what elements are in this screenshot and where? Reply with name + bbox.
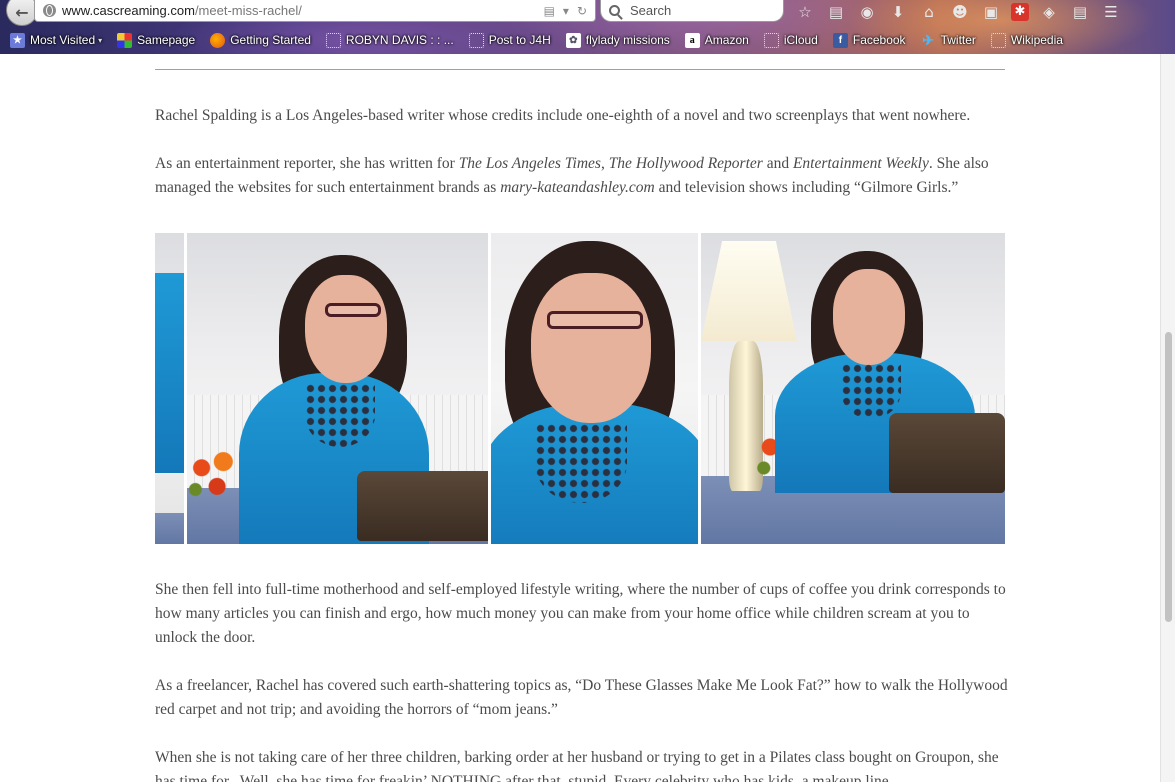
face (833, 269, 905, 365)
downloads-icon[interactable]: ⬇ (887, 2, 909, 22)
most-visited-icon: ★ (10, 32, 25, 48)
extension-icon[interactable]: ▣ (980, 2, 1002, 22)
page-icon (763, 32, 779, 48)
face (531, 273, 651, 423)
vertical-scrollbar[interactable] (1160, 54, 1175, 782)
search-placeholder: Search (630, 3, 672, 18)
table-top (155, 512, 184, 544)
bookmark-label: Amazon (704, 33, 749, 47)
gallery-photo-partial[interactable] (155, 233, 184, 544)
navigation-toolbar: ← www.cascreaming.com/meet-miss-rachel/ … (0, 0, 1175, 27)
text-span: , (600, 155, 609, 172)
publication-entertainment-weekly: Entertainment Weekly (792, 155, 929, 172)
gallery-photo-typing[interactable] (701, 233, 1005, 544)
face (305, 275, 387, 383)
bead-necklace (305, 383, 375, 447)
publication-la-times: The Los Angeles Times (458, 155, 601, 172)
samepage-icon (117, 32, 133, 48)
scrollbar-thumb[interactable] (1165, 332, 1172, 622)
reporter-paragraph: As an entertainment reporter, she has wr… (155, 152, 1015, 200)
chevron-down-icon: ▾ (98, 35, 103, 45)
photo-gallery[interactable] (155, 233, 1005, 544)
page-icon (468, 32, 484, 48)
divider-line (155, 69, 1005, 70)
bead-necklace (535, 423, 627, 503)
address-bar[interactable]: www.cascreaming.com/meet-miss-rachel/ ▤ … (34, 0, 596, 22)
bookmark-item[interactable]: ROBYN DAVIS : : ... (325, 29, 461, 51)
text-span: and television shows including “Gilmore … (654, 179, 959, 196)
bookmark-label: Twitter (940, 33, 976, 47)
bookmark-label: Most Visited (30, 33, 96, 47)
website-mary-kate-ashley: mary-kateandashley.com (500, 179, 655, 196)
reader-list-icon[interactable]: ▤ (1069, 2, 1091, 22)
bookmark-item[interactable]: Getting Started (210, 29, 318, 51)
page-content: Rachel Spalding is a Los Angeles-based w… (0, 54, 1160, 782)
bookmark-label: Post to J4H (488, 33, 551, 47)
reader-view-icon[interactable]: ▤ (544, 4, 555, 18)
bookmark-item[interactable]: ✈ Twitter (921, 29, 983, 51)
text-span: and (762, 155, 793, 172)
motherhood-paragraph: She then fell into full-time motherhood … (155, 581, 1006, 646)
page-icon (990, 32, 1006, 48)
bookmark-label: Samepage (137, 33, 196, 47)
gallery-photo-laughing[interactable] (187, 233, 488, 544)
home-icon[interactable]: ⌂ (918, 2, 940, 22)
chat-icon[interactable]: ☻ (949, 2, 971, 22)
bookmark-item[interactable]: iCloud (763, 29, 825, 51)
glasses (325, 303, 381, 317)
amazon-icon: a (684, 32, 700, 48)
url-text: www.cascreaming.com/meet-miss-rachel/ (62, 3, 302, 18)
pocket-icon[interactable]: ◉ (856, 2, 878, 22)
addon-red-icon[interactable]: ✱ (1011, 3, 1029, 21)
reload-icon[interactable]: ↻ (577, 4, 587, 18)
bookmark-item[interactable]: f Facebook (832, 29, 913, 51)
bookmark-item[interactable]: Wikipedia (990, 29, 1070, 51)
blouse (155, 273, 184, 473)
facebook-icon: f (832, 32, 848, 48)
intro-paragraph: Rachel Spalding is a Los Angeles-based w… (155, 107, 971, 124)
bookmark-item[interactable]: Samepage (117, 29, 202, 51)
menu-icon[interactable]: ☰ (1100, 2, 1122, 22)
bookmark-label: iCloud (783, 33, 818, 47)
flylady-icon: ✿ (565, 32, 581, 48)
search-icon (609, 5, 620, 16)
page-icon (325, 32, 341, 48)
bookmarks-toolbar: ★ Most Visited ▾ Samepage Getting Started ROB… (0, 29, 1175, 51)
bookmark-item[interactable]: ★ Most Visited ▾ (10, 29, 109, 51)
bookmark-label: Wikipedia (1010, 33, 1063, 47)
url-domain: www.cascreaming.com (62, 3, 195, 18)
search-bar[interactable]: Search (600, 0, 784, 22)
dropdown-icon[interactable]: ▾ (563, 4, 569, 18)
glasses (547, 311, 643, 329)
bookmark-item[interactable]: a Amazon (684, 29, 756, 51)
freelancer-paragraph: As a freelancer, Rachel has covered such… (155, 677, 1008, 718)
browser-chrome: ← www.cascreaming.com/meet-miss-rachel/ … (0, 0, 1175, 54)
firefox-icon (210, 32, 226, 48)
bookmark-item[interactable]: ✿ flylady missions (565, 29, 677, 51)
bead-necklace (841, 363, 901, 419)
typewriter (889, 413, 1005, 493)
url-actions: ▤ ▾ ↻ (544, 4, 595, 18)
bookmark-label: flylady missions (585, 33, 670, 47)
bookmarks-menu-icon[interactable]: ▤ (825, 2, 847, 22)
free-time-paragraph: When she is not taking care of her three… (155, 749, 999, 782)
typewriter (357, 471, 488, 541)
gallery-photo-closeup[interactable] (491, 233, 698, 544)
text-span: As an entertainment reporter, she has wr… (155, 155, 459, 172)
bookmark-label: ROBYN DAVIS : : ... (345, 33, 454, 47)
url-path: /meet-miss-rachel/ (194, 3, 302, 18)
twitter-icon: ✈ (922, 31, 934, 48)
bookmark-star-icon[interactable]: ☆ (794, 2, 816, 22)
bookmark-item[interactable]: Post to J4H (468, 29, 558, 51)
bookmark-label: Getting Started (230, 33, 311, 47)
sync-icon[interactable]: ◈ (1038, 2, 1060, 22)
bookmark-label: Facebook (852, 33, 906, 47)
globe-icon (43, 4, 56, 17)
publication-hollywood-reporter: The Hollywood Reporter (608, 155, 763, 172)
toolbar-icons: ☆ ▤ ◉ ⬇ ⌂ ☻ ▣ ✱ ◈ ▤ ☰ (794, 2, 1122, 22)
